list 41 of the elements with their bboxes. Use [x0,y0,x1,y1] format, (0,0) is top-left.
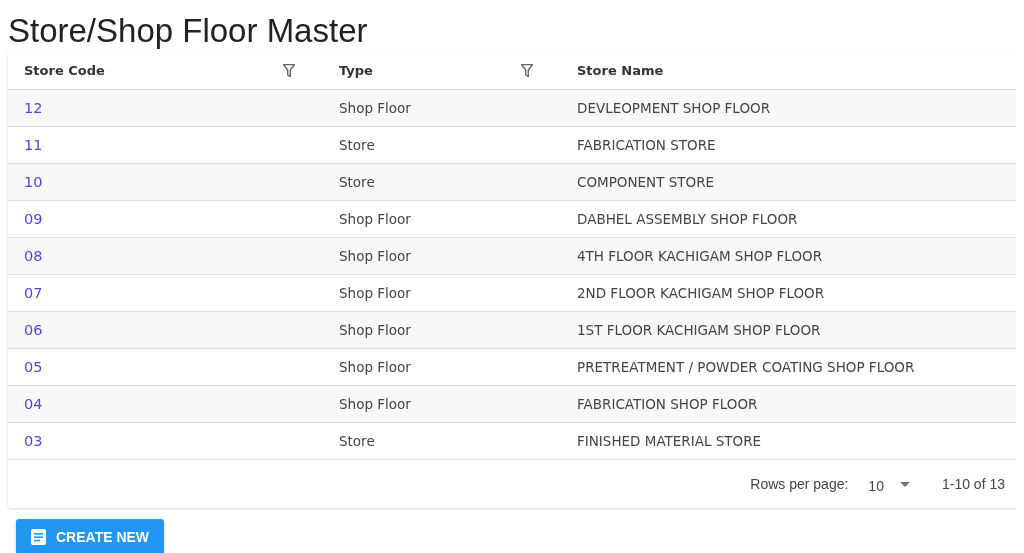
store-code-link[interactable]: 09 [24,211,43,227]
table-cell: DEVLEOPMENT SHOP FLOOR [577,100,770,116]
store-code-link[interactable]: 11 [24,137,43,153]
table-cell: 1ST FLOOR KACHIGAM SHOP FLOOR [577,322,821,338]
table-cell: Shop Floor [339,322,411,338]
table-cell: Shop Floor [339,285,411,301]
store-code-link[interactable]: 12 [24,100,43,116]
store-code-link[interactable]: 06 [24,322,43,338]
filter-icon[interactable] [283,64,295,77]
page-range: 1-10 of 13 [941,476,1005,492]
table-cell: Shop Floor [339,396,411,412]
column-header[interactable]: Type [339,63,373,78]
table-cell: Shop Floor [339,359,411,375]
store-code-link[interactable]: 08 [24,248,43,264]
table-cell: Store [339,433,375,449]
table-cell: 2ND FLOOR KACHIGAM SHOP FLOOR [577,285,825,301]
rows-per-page-label: Rows per page: [750,476,849,492]
table-cell: Store [339,174,375,190]
table-cell: 4TH FLOOR KACHIGAM SHOP FLOOR [577,248,823,264]
table-cell: Shop Floor [339,211,411,227]
table-cell: FINISHED MATERIAL STORE [577,433,762,449]
filter-icon[interactable] [521,64,533,77]
column-header[interactable]: Store Name [577,63,664,78]
document-icon [31,529,46,545]
table-cell: Store [339,137,375,153]
store-code-link[interactable]: 04 [24,396,43,412]
table-cell: PRETREATMENT / POWDER COATING SHOP FLOOR [577,359,915,375]
table-cell: Shop Floor [339,100,411,116]
caret-icon [899,481,910,487]
table-cell: COMPONENT STORE [577,174,715,190]
rows-per-page-select[interactable]: 10 [868,474,910,494]
table-cell: FABRICATION STORE [577,137,716,153]
column-header[interactable]: Store Code [24,63,105,78]
store-code-link[interactable]: 10 [24,174,43,190]
store-code-link[interactable]: 07 [24,285,43,301]
table-cell: DABHEL ASSEMBLY SHOP FLOOR [577,211,798,227]
page-title: Store/Shop Floor Master [8,11,369,51]
store-code-link[interactable]: 05 [24,359,43,375]
table-cell: Shop Floor [339,248,411,264]
store-code-link[interactable]: 03 [24,433,43,449]
table-cell: FABRICATION SHOP FLOOR [577,396,758,412]
